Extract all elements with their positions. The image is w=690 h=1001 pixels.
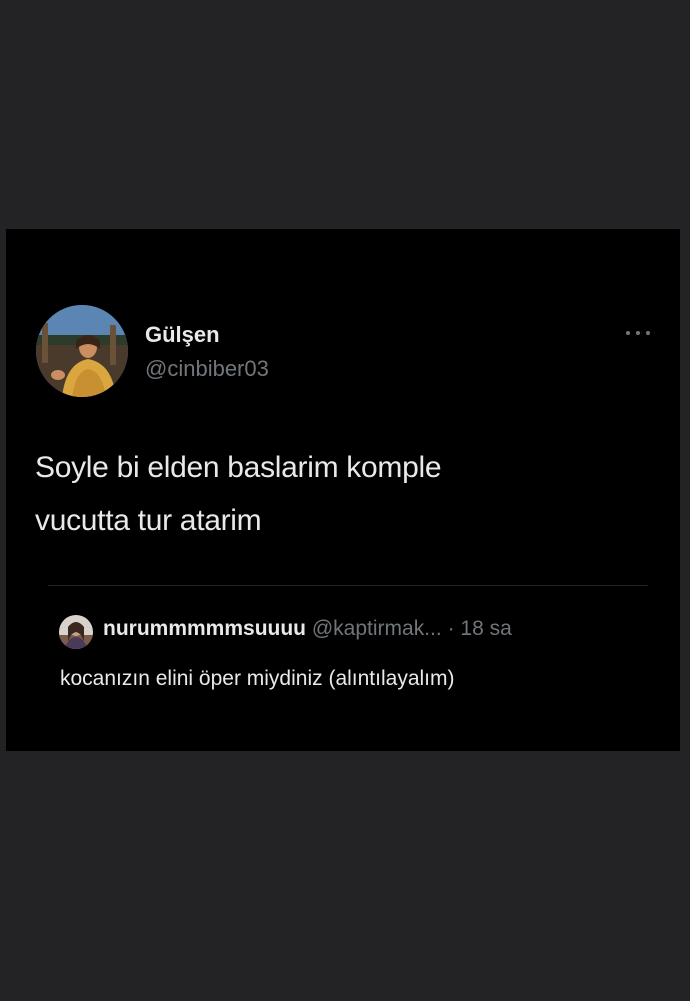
tweet-text: Soyle bi elden baslarim komple vucutta t… xyxy=(35,441,635,547)
author-display-name[interactable]: Gülşen xyxy=(145,322,220,348)
quoted-tweet-time[interactable]: 18 sa xyxy=(460,617,511,640)
quoted-author-avatar[interactable] xyxy=(59,615,93,649)
tweet-text-line: Soyle bi elden baslarim komple xyxy=(35,451,442,484)
quoted-tweet-header: nurummmmmsuuuu @kaptirmak... · 18 sa xyxy=(103,617,512,641)
ellipsis-icon xyxy=(626,331,650,335)
quoted-avatar-image xyxy=(59,615,93,649)
quoted-author-handle[interactable]: @kaptirmak... xyxy=(312,617,442,640)
quoted-author-name[interactable]: nurummmmmsuuuu xyxy=(103,617,306,640)
more-options-button[interactable] xyxy=(618,321,658,345)
quoted-tweet[interactable]: nurummmmmsuuuu @kaptirmak... · 18 sa koc… xyxy=(48,585,648,726)
tweet-text-line: vucutta tur atarim xyxy=(35,504,262,537)
separator-dot: · xyxy=(447,617,455,640)
avatar-image xyxy=(36,305,128,397)
screen: Gülşen @cinbiber03 Soyle bi elden baslar… xyxy=(0,0,690,1001)
author-handle[interactable]: @cinbiber03 xyxy=(145,356,269,382)
quoted-tweet-text: kocanızın elini öper miydiniz (alıntılay… xyxy=(60,667,455,690)
author-avatar[interactable] xyxy=(36,305,128,397)
tweet-card[interactable]: Gülşen @cinbiber03 Soyle bi elden baslar… xyxy=(6,229,680,751)
